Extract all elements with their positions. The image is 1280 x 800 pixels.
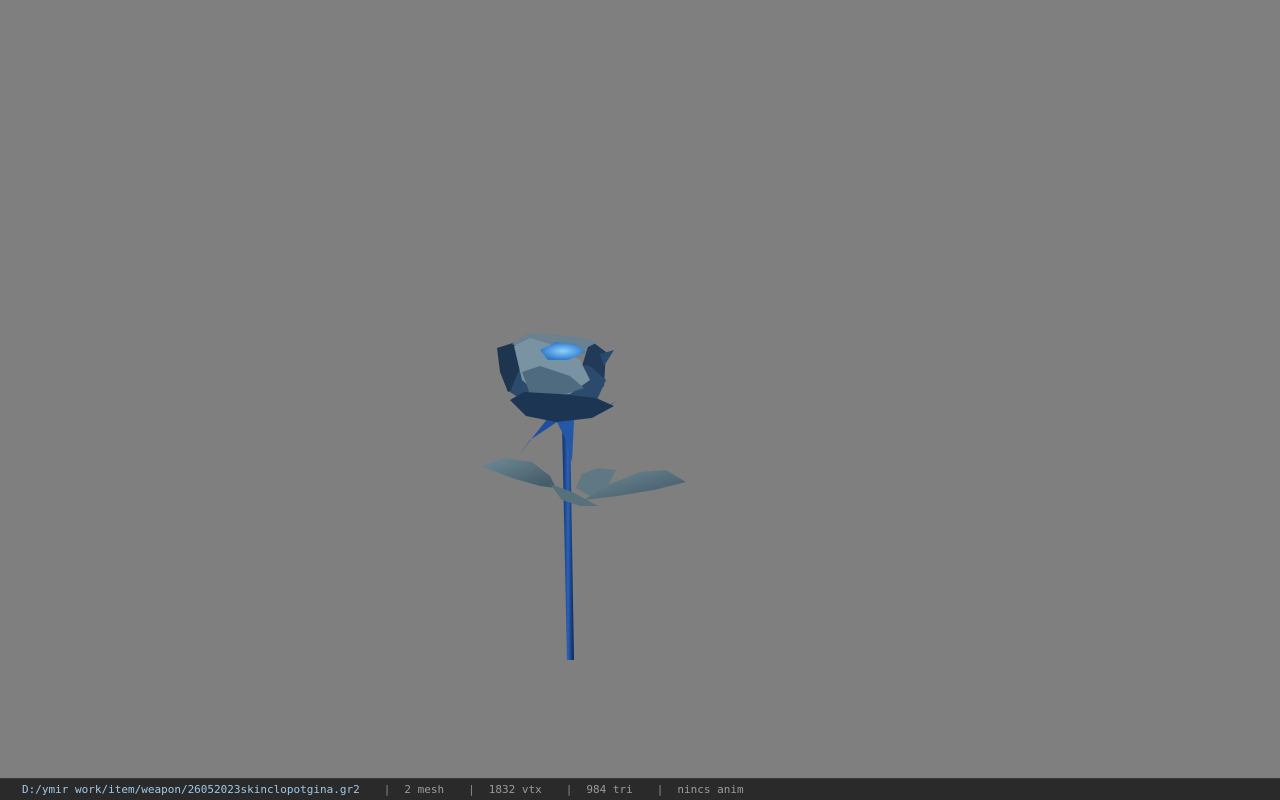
triangle-count-label: 984 tri	[586, 783, 633, 796]
status-separator: |	[565, 783, 573, 796]
status-separator: |	[468, 783, 475, 796]
status-separator: |	[383, 783, 391, 796]
rose-sepal-left	[518, 418, 560, 456]
3d-viewport[interactable]	[0, 0, 1280, 778]
animation-status-label: nincs anim	[677, 783, 744, 796]
rose-leaf-left	[481, 458, 556, 488]
rose-model-icon	[481, 333, 686, 660]
vertex-count-label: 1832 vtx	[488, 783, 542, 796]
status-separator: |	[656, 783, 664, 796]
file-path-label: D:/ymir work/item/weapon/26052023skinclo…	[22, 783, 360, 796]
status-bar: D:/ymir work/item/weapon/26052023skinclo…	[0, 778, 1280, 800]
mesh-count-label: 2 mesh	[404, 783, 445, 796]
